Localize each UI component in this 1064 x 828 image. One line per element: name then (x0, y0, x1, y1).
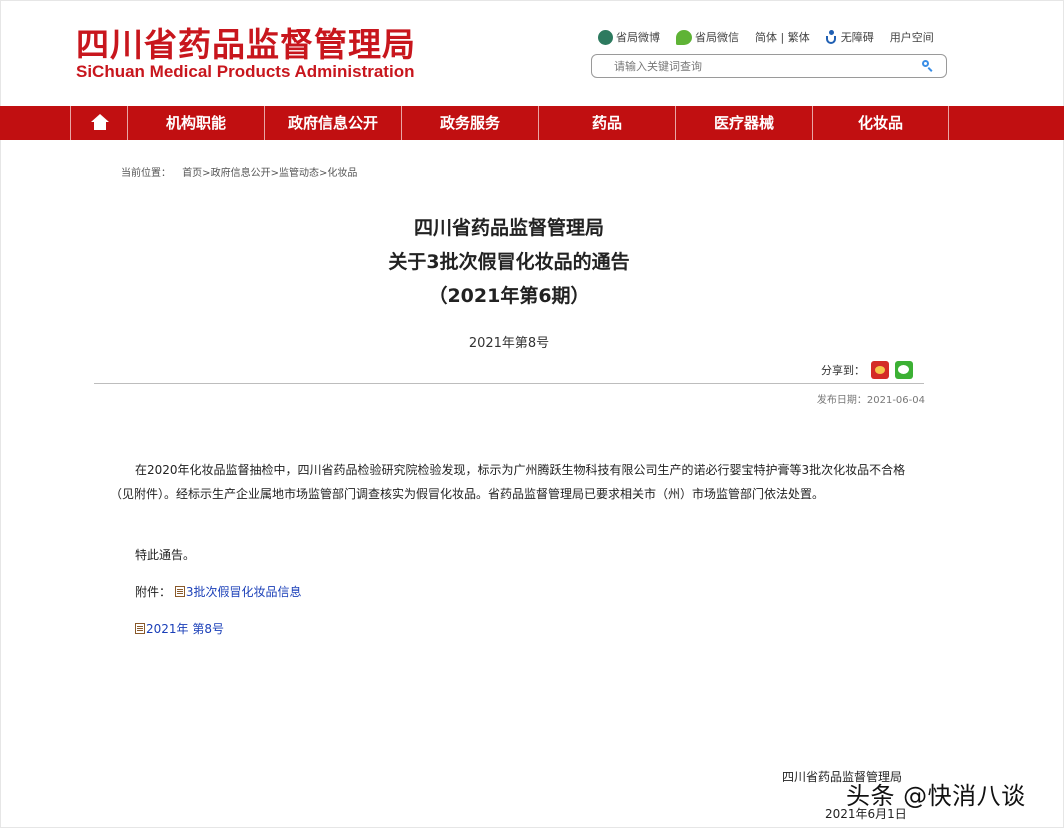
nav-home[interactable] (70, 106, 127, 140)
breadcrumb: 当前位置： 首页>政府信息公开>监管动态>化妆品 (121, 164, 357, 179)
top-links: 省局微博 省局微信 简体 | 繁体 无障碍 用户空间 (598, 28, 934, 46)
wechat-icon (676, 29, 692, 45)
nav-institution[interactable]: 机构职能 (127, 106, 264, 140)
document-number: 2021年第8号 (468, 336, 550, 351)
main-nav: 机构职能 政府信息公开 政务服务 药品 医疗器械 化妆品 (0, 106, 1064, 140)
weibo-label: 省局微博 (616, 31, 660, 44)
breadcrumb-path[interactable]: 首页>政府信息公开>监管动态>化妆品 (182, 168, 357, 179)
attachment-line: 附件： 3批次假冒化妆品信息 (135, 583, 301, 600)
attachment-link[interactable]: 3批次假冒化妆品信息 (186, 585, 302, 599)
accessibility-label: 无障碍 (840, 31, 874, 44)
site-logo[interactable]: 四川省药品监督管理局 SiChuan Medical Products Admi… (76, 26, 416, 81)
file-icon (174, 586, 185, 597)
nav-cosmetics[interactable]: 化妆品 (812, 106, 949, 140)
weibo-icon (598, 29, 613, 45)
document-link-line: 2021年 第8号 (135, 620, 224, 637)
divider (94, 383, 924, 384)
document-link[interactable]: 2021年 第8号 (146, 622, 224, 636)
logo-chinese: 四川省药品监督管理局 (76, 25, 416, 64)
search-icon[interactable] (922, 60, 932, 70)
share-bar: 分享到： (821, 360, 913, 380)
article-title-line1: 四川省药品监督管理局 (413, 217, 604, 239)
accessibility-icon (825, 29, 838, 45)
nav-gov-info[interactable]: 政府信息公开 (264, 106, 401, 140)
signature-date: 2021年6月1日 (825, 807, 907, 821)
wechat-link[interactable]: 省局微信 (676, 29, 739, 45)
script-toggle-link[interactable]: 简体 | 繁体 (755, 29, 810, 45)
article-title-line3: （2021年第6期） (428, 285, 590, 307)
article-paragraph: 在2020年化妆品监督抽检中，四川省药品检验研究院检验发现，标示为广州腾跃生物科… (110, 463, 906, 501)
logo-english: SiChuan Medical Products Administration (76, 62, 415, 81)
nav-services[interactable]: 政务服务 (401, 106, 538, 140)
share-weibo-icon[interactable] (871, 361, 889, 379)
notice-line: 特此通告。 (135, 548, 196, 562)
breadcrumb-label: 当前位置： (121, 168, 171, 179)
publish-date: 发布日期：2021-06-04 (816, 395, 925, 406)
search-input[interactable] (614, 58, 904, 74)
accessibility-link[interactable]: 无障碍 (825, 29, 874, 45)
nav-drugs[interactable]: 药品 (538, 106, 675, 140)
site-header: 四川省药品监督管理局 SiChuan Medical Products Admi… (0, 0, 1064, 106)
weibo-link[interactable]: 省局微博 (598, 29, 660, 45)
wechat-label: 省局微信 (695, 31, 739, 44)
file-icon (135, 623, 145, 634)
nav-medical-devices[interactable]: 医疗器械 (675, 106, 812, 140)
user-space-link[interactable]: 用户空间 (890, 29, 934, 45)
search-box (591, 54, 947, 78)
article-title-line2: 关于3批次假冒化妆品的通告 (388, 251, 630, 273)
article-body: 在2020年化妆品监督抽检中，四川省药品检验研究院检验发现，标示为广州腾跃生物科… (110, 458, 913, 506)
attachment-label: 附件： (135, 585, 172, 599)
share-label: 分享到： (821, 364, 865, 377)
home-icon (91, 113, 109, 130)
share-wechat-icon[interactable] (895, 361, 913, 379)
